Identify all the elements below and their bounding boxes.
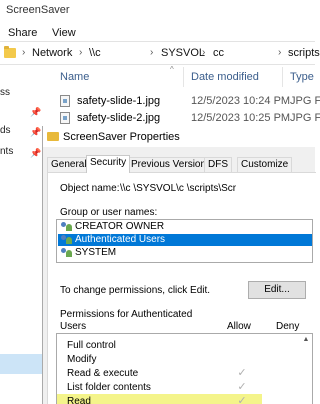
permission-name: List folder contents xyxy=(67,382,151,393)
column-divider[interactable] xyxy=(282,67,283,87)
group-name: Authenticated Users xyxy=(75,234,166,245)
dialog-titlebar[interactable]: ScreenSaver Properties xyxy=(43,126,316,147)
folder-icon xyxy=(47,132,59,141)
allow-check-icon: ✓ xyxy=(237,381,247,393)
file-name: safety-slide-2.jpg xyxy=(77,112,161,124)
tab-strip: General Security Previous Versions DFS C… xyxy=(47,155,316,173)
object-name-label: Object name: xyxy=(60,183,120,194)
tab-previous-versions[interactable]: Previous Versions xyxy=(127,157,216,172)
group-list[interactable]: CREATOR OWNER Authenticated Users SYSTEM xyxy=(56,219,313,263)
group-label: Group or user names: xyxy=(60,207,158,218)
allow-column-label: Allow xyxy=(227,321,251,332)
column-name[interactable]: Name xyxy=(60,71,89,83)
tab-dfs[interactable]: DFS xyxy=(204,157,232,172)
permission-name: Read & execute xyxy=(67,368,139,379)
file-row[interactable]: safety-slide-1.jpg 12/5/2023 10:24 PM JP… xyxy=(48,93,320,110)
address-bar[interactable]: › Network › \\c › SYSVOL › cc › scripts xyxy=(0,41,320,65)
group-name: SYSTEM xyxy=(75,247,117,258)
edit-button[interactable]: Edit... xyxy=(248,281,306,299)
permission-row-read: Read ✓ xyxy=(57,394,312,404)
pin-icon: 📌 xyxy=(30,107,42,117)
column-type[interactable]: Type xyxy=(290,71,314,83)
chevron-right-icon: › xyxy=(79,47,83,58)
breadcrumb-host[interactable]: \\c xyxy=(89,47,101,59)
allow-check-icon: ✓ xyxy=(237,367,247,379)
users-icon xyxy=(60,248,73,258)
column-header: ^ Name Date modified Type xyxy=(48,65,315,89)
nav-item[interactable]: nts xyxy=(0,146,13,157)
tab-security[interactable]: Security xyxy=(86,155,131,173)
file-type: JPG File xyxy=(290,95,320,107)
change-permissions-text: To change permissions, click Edit. xyxy=(60,285,211,296)
allow-check-icon: ✓ xyxy=(237,395,247,404)
pin-icon: 📌 xyxy=(30,127,42,137)
chevron-right-icon: › xyxy=(22,47,26,58)
chevron-right-icon: › xyxy=(278,47,282,58)
file-date: 12/5/2023 10:25 PM xyxy=(191,112,291,124)
breadcrumb-sysvol[interactable]: SYSVOL xyxy=(161,47,205,59)
breadcrumb-network[interactable]: Network xyxy=(32,47,72,59)
permissions-list: ▲ Full control Modify Read & execute ✓ L… xyxy=(56,333,313,404)
group-item-creator-owner[interactable]: CREATOR OWNER xyxy=(58,221,312,233)
chevron-right-icon: › xyxy=(150,47,154,58)
tab-general[interactable]: General xyxy=(47,157,91,172)
nav-item[interactable]: ds xyxy=(0,125,11,136)
image-file-icon xyxy=(60,112,70,124)
file-row[interactable]: safety-slide-2.jpg 12/5/2023 10:25 PM JP… xyxy=(48,110,320,127)
security-panel: Object name: \\c \SYSVOL\c \scripts\Scr … xyxy=(47,172,316,404)
dialog-title: ScreenSaver Properties xyxy=(63,131,180,143)
permission-name: Read xyxy=(67,396,91,404)
chevron-right-icon: › xyxy=(202,47,206,58)
permission-row: Read & execute ✓ xyxy=(57,366,312,380)
image-file-icon xyxy=(60,95,70,107)
file-type: JPG File xyxy=(290,112,320,124)
breadcrumb-domain[interactable]: cc xyxy=(213,47,224,59)
properties-dialog: ScreenSaver Properties General Security … xyxy=(42,126,316,404)
permission-row: Full control xyxy=(57,338,312,352)
permission-row: List folder contents ✓ xyxy=(57,380,312,394)
permissions-for-label: Permissions for Authenticated xyxy=(60,309,193,320)
sort-up-icon: ^ xyxy=(170,65,174,74)
ribbon-menu: Share View xyxy=(0,27,315,41)
navigation-pane: ss 📌 ds 📌 nts 📌 xyxy=(0,65,42,404)
menu-view[interactable]: View xyxy=(52,27,76,39)
users-icon xyxy=(60,222,73,232)
permissions-for-users-label: Users xyxy=(60,321,87,332)
group-item-system[interactable]: SYSTEM xyxy=(58,247,312,259)
permission-row: Modify xyxy=(57,352,312,366)
permission-name: Modify xyxy=(67,354,97,365)
column-divider[interactable] xyxy=(183,67,184,87)
folder-icon xyxy=(4,46,16,58)
menu-share[interactable]: Share xyxy=(8,27,37,39)
column-date[interactable]: Date modified xyxy=(191,71,259,83)
object-name-value: \\c \SYSVOL\c \scripts\Scr xyxy=(120,183,237,194)
users-icon xyxy=(60,235,73,245)
nav-selected-item[interactable] xyxy=(0,354,42,374)
nav-item[interactable]: ss xyxy=(0,87,10,98)
pin-icon: 📌 xyxy=(30,148,42,158)
tab-customize[interactable]: Customize xyxy=(237,157,293,172)
file-name: safety-slide-1.jpg xyxy=(77,95,161,107)
group-item-authenticated-users[interactable]: Authenticated Users xyxy=(58,234,312,246)
breadcrumb-scripts[interactable]: scripts xyxy=(288,47,320,59)
window-title: ScreenSaver xyxy=(6,4,70,16)
deny-column-label: Deny xyxy=(276,321,300,332)
permission-name: Full control xyxy=(67,340,116,351)
file-date: 12/5/2023 10:24 PM xyxy=(191,95,291,107)
group-name: CREATOR OWNER xyxy=(75,221,165,232)
